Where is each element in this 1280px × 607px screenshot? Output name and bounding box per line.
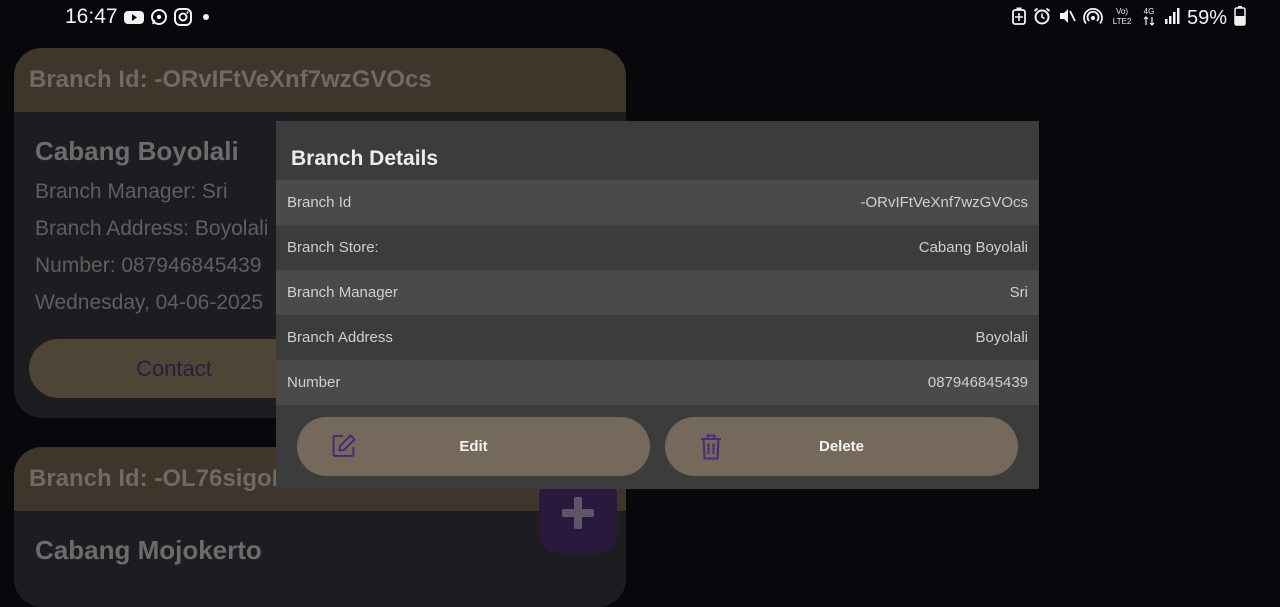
detail-label: Number	[287, 374, 341, 391]
detail-value: Sri	[1009, 284, 1028, 301]
detail-label: Branch Manager	[287, 284, 398, 301]
svg-text:Vo): Vo)	[1116, 7, 1128, 16]
detail-row-branch-manager: Branch Manager Sri	[276, 270, 1039, 315]
detail-value: Boyolali	[975, 329, 1028, 346]
whatsapp-icon	[150, 8, 168, 31]
detail-value: Cabang Boyolali	[918, 239, 1028, 256]
edit-button[interactable]: Edit	[297, 417, 650, 476]
detail-row-number: Number 087946845439	[276, 360, 1039, 405]
detail-label: Branch Store:	[287, 239, 379, 256]
dot-icon	[198, 9, 214, 30]
dialog-title: Branch Details	[291, 147, 439, 170]
status-bar: 16:47 Vo) LTE2 4G 59%	[0, 0, 1280, 34]
volte-icon: Vo) LTE2	[1110, 5, 1134, 32]
branch-details-dialog: Branch Details Branch Id -ORvIFtVeXnf7wz…	[276, 121, 1039, 489]
hotspot-icon	[1083, 7, 1103, 30]
delete-button[interactable]: Delete	[665, 417, 1018, 476]
detail-row-branch-id: Branch Id -ORvIFtVeXnf7wzGVOcs	[276, 180, 1039, 225]
contact-button-label: Contact	[136, 355, 212, 381]
battery-saver-icon	[1012, 7, 1026, 30]
detail-value: 087946845439	[927, 374, 1028, 391]
delete-button-label: Delete	[818, 438, 865, 455]
detail-value: -ORvIFtVeXnf7wzGVOcs	[860, 194, 1028, 211]
svg-text:4G: 4G	[1144, 7, 1155, 16]
detail-label: Branch Address	[287, 329, 393, 346]
edit-button-label: Edit	[459, 438, 488, 455]
youtube-icon	[124, 10, 144, 30]
instagram-icon	[174, 8, 192, 31]
edit-icon	[331, 433, 357, 464]
alarm-icon	[1033, 7, 1051, 30]
details-table: Branch Id -ORvIFtVeXnf7wzGVOcs Branch St…	[276, 180, 1039, 405]
4g-icon: 4G	[1141, 5, 1157, 32]
svg-text:LTE2: LTE2	[1113, 17, 1132, 26]
status-time: 16:47	[65, 5, 118, 28]
branch-card-title: Cabang Mojokerto	[35, 535, 262, 565]
detail-row-branch-store: Branch Store: Cabang Boyolali	[276, 225, 1039, 270]
battery-percent: 59%	[1186, 7, 1227, 29]
battery-icon	[1234, 6, 1246, 31]
mute-icon	[1058, 7, 1076, 30]
detail-label: Branch Id	[287, 194, 352, 211]
signal-icon	[1164, 7, 1180, 30]
detail-row-branch-address: Branch Address Boyolali	[276, 315, 1039, 360]
branch-card-header: Branch Id: -ORvIFtVeXnf7wzGVOcs	[14, 48, 626, 112]
trash-icon	[699, 433, 723, 466]
plus-icon	[560, 495, 596, 536]
